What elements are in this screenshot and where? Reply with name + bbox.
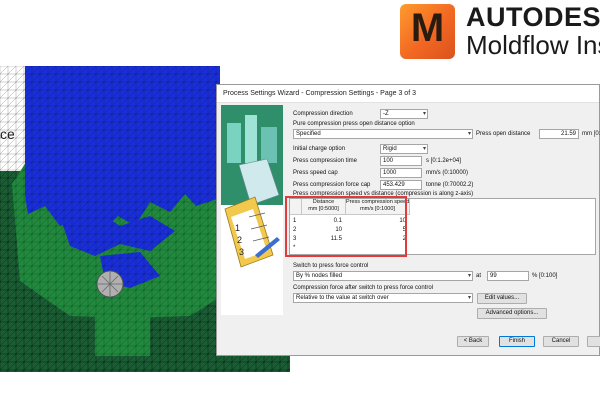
back-button[interactable]: < Back <box>457 336 489 347</box>
press-open-distance-label: Press open distance <box>476 131 531 137</box>
press-compression-force-cap-input[interactable]: 453.429 <box>380 180 422 190</box>
logo-letter: M <box>410 6 445 50</box>
wizard-banner-image: 1 2 3 <box>221 105 283 315</box>
force-after-switch-select[interactable]: Relative to the value at switch over ▾ <box>293 293 473 303</box>
compression-direction-value: -Z <box>383 111 389 117</box>
chevron-down-icon: ▾ <box>422 146 426 152</box>
initial-charge-option-value: Rigid <box>383 146 397 152</box>
dialog-title: Process Settings Wizard - Compression Se… <box>217 85 599 103</box>
chevron-down-icon: ▾ <box>467 295 471 301</box>
switch-at-label: at <box>476 273 482 279</box>
force-after-switch-label: Compression force after switch to press … <box>293 285 434 291</box>
product-name: Moldflow Insight <box>466 30 600 60</box>
initial-charge-option-label: Initial charge option <box>293 146 346 152</box>
svg-text:2: 2 <box>237 235 242 245</box>
press-open-distance-option-value: Specified <box>296 131 321 137</box>
compression-direction-label: Compression direction <box>293 111 353 117</box>
chevron-down-icon: ▾ <box>422 111 426 117</box>
press-open-distance-input[interactable]: 21.59 <box>539 129 579 139</box>
moldflow-logo-icon: M <box>400 4 455 59</box>
chevron-down-icon: ▾ <box>467 131 471 137</box>
chevron-down-icon: ▾ <box>467 273 471 279</box>
press-open-distance-unit: mm [0: <box>582 131 600 137</box>
switch-to-force-select[interactable]: By % nodes filled ▾ <box>293 271 473 281</box>
initial-charge-option-select[interactable]: Rigid ▾ <box>380 144 428 154</box>
press-compression-time-unit: s [0:1.2e+04] <box>426 158 461 164</box>
force-after-switch-value: Relative to the value at switch over <box>296 295 389 301</box>
help-button-partial[interactable] <box>587 336 600 347</box>
press-compression-force-cap-unit: tonne (0:70002.2) <box>426 182 474 188</box>
press-open-distance-option-label: Pure compression press open distance opt… <box>293 121 415 127</box>
finish-button[interactable]: Finish <box>499 336 535 347</box>
svg-text:3: 3 <box>239 247 244 257</box>
compression-direction-select[interactable]: -Z ▾ <box>380 109 428 119</box>
switch-at-unit: % [0:100] <box>532 273 558 279</box>
press-speed-cap-unit: mm/s (0:10000) <box>426 170 469 176</box>
press-compression-time-label: Press compression time <box>293 158 358 164</box>
press-open-distance-option-select[interactable]: Specified ▾ <box>293 129 473 139</box>
cancel-button[interactable]: Cancel <box>543 336 579 347</box>
table-highlight-box <box>285 196 407 257</box>
switch-to-force-label: Switch to press force control <box>293 263 369 269</box>
process-settings-wizard-dialog: Process Settings Wizard - Compression Se… <box>216 84 600 356</box>
switch-at-input[interactable]: 99 <box>487 271 529 281</box>
brand-name: AUTODESK <box>466 2 600 32</box>
press-speed-cap-label: Press speed cap <box>293 170 338 176</box>
switch-to-force-value: By % nodes filled <box>296 273 343 279</box>
press-speed-cap-input[interactable]: 1000 <box>380 168 422 178</box>
press-compression-time-input[interactable]: 100 <box>380 156 422 166</box>
svg-text:1: 1 <box>235 223 240 233</box>
screenshot-stage: M AUTODESK Moldflow Insight ce Process S… <box>0 0 600 400</box>
edit-values-button[interactable]: Edit values... <box>477 293 527 304</box>
press-compression-force-cap-label: Press compression force cap <box>293 182 371 188</box>
advanced-options-button[interactable]: Advanced options... <box>477 308 547 319</box>
